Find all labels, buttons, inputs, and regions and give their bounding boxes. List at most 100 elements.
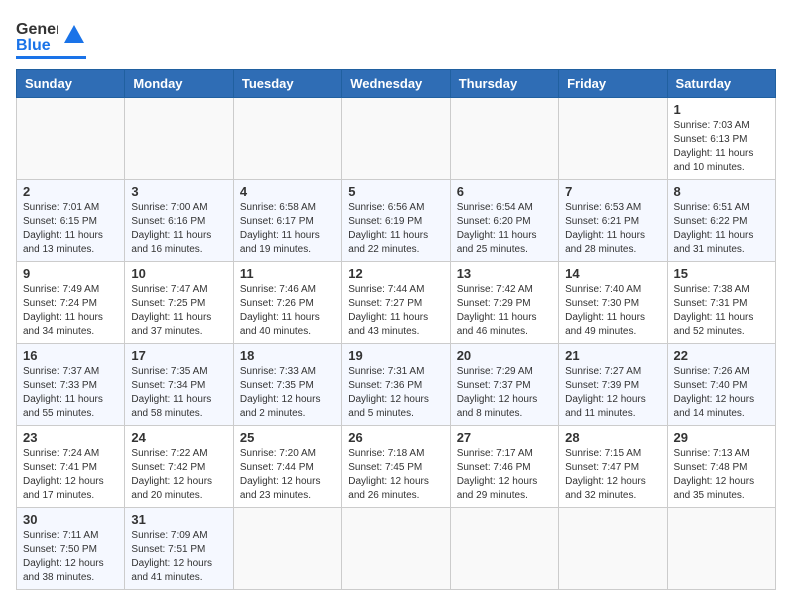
day-info: Sunrise: 7:01 AM Sunset: 6:15 PM Dayligh… (23, 201, 118, 257)
day-number: 17 (131, 348, 226, 363)
day-info: Sunrise: 7:09 AM Sunset: 7:51 PM Dayligh… (131, 529, 226, 585)
calendar-cell: 29 Sunrise: 7:13 AM Sunset: 7:48 PM Dayli… (667, 426, 775, 508)
calendar-cell (450, 508, 558, 590)
calendar-cell: 3 Sunrise: 7:00 AM Sunset: 6:16 PM Daylig… (125, 180, 233, 262)
day-info: Sunrise: 7:24 AM Sunset: 7:41 PM Dayligh… (23, 447, 118, 503)
day-info: Sunrise: 6:58 AM Sunset: 6:17 PM Dayligh… (240, 201, 335, 257)
day-number: 22 (674, 348, 769, 363)
day-info: Sunrise: 7:20 AM Sunset: 7:44 PM Dayligh… (240, 447, 335, 503)
day-number: 4 (240, 184, 335, 199)
day-number: 26 (348, 430, 443, 445)
day-number: 10 (131, 266, 226, 281)
logo-icon: General Blue (16, 16, 58, 54)
calendar-cell (450, 98, 558, 180)
day-info: Sunrise: 7:00 AM Sunset: 6:16 PM Dayligh… (131, 201, 226, 257)
calendar-week-1: 2 Sunrise: 7:01 AM Sunset: 6:15 PM Daylig… (17, 180, 776, 262)
day-info: Sunrise: 7:47 AM Sunset: 7:25 PM Dayligh… (131, 283, 226, 339)
calendar-week-2: 9Sunrise: 7:49 AM Sunset: 7:24 PM Daylig… (17, 262, 776, 344)
day-number: 13 (457, 266, 552, 281)
day-info: Sunrise: 7:17 AM Sunset: 7:46 PM Dayligh… (457, 447, 552, 503)
calendar-cell (559, 508, 667, 590)
day-number: 27 (457, 430, 552, 445)
day-info: Sunrise: 7:26 AM Sunset: 7:40 PM Dayligh… (674, 365, 769, 421)
calendar-cell: 28 Sunrise: 7:15 AM Sunset: 7:47 PM Dayli… (559, 426, 667, 508)
calendar-cell: 9Sunrise: 7:49 AM Sunset: 7:24 PM Daylig… (17, 262, 125, 344)
day-info: Sunrise: 7:29 AM Sunset: 7:37 PM Dayligh… (457, 365, 552, 421)
day-info: Sunrise: 7:15 AM Sunset: 7:47 PM Dayligh… (565, 447, 660, 503)
day-number: 2 (23, 184, 118, 199)
header-saturday: Saturday (667, 70, 775, 98)
calendar-cell: 27 Sunrise: 7:17 AM Sunset: 7:46 PM Dayli… (450, 426, 558, 508)
calendar-cell: 5 Sunrise: 6:56 AM Sunset: 6:19 PM Daylig… (342, 180, 450, 262)
page-header: General Blue (16, 16, 776, 59)
day-number: 3 (131, 184, 226, 199)
day-info: Sunrise: 6:51 AM Sunset: 6:22 PM Dayligh… (674, 201, 769, 257)
header-thursday: Thursday (450, 70, 558, 98)
calendar-cell: 10 Sunrise: 7:47 AM Sunset: 7:25 PM Dayli… (125, 262, 233, 344)
logo-underline (16, 56, 86, 59)
calendar-cell (342, 98, 450, 180)
calendar-week-5: 30Sunrise: 7:11 AM Sunset: 7:50 PM Dayli… (17, 508, 776, 590)
calendar-cell (233, 508, 341, 590)
day-number: 24 (131, 430, 226, 445)
day-info: Sunrise: 7:22 AM Sunset: 7:42 PM Dayligh… (131, 447, 226, 503)
calendar-week-4: 23 Sunrise: 7:24 AM Sunset: 7:41 PM Dayli… (17, 426, 776, 508)
day-number: 20 (457, 348, 552, 363)
day-number: 11 (240, 266, 335, 281)
day-number: 5 (348, 184, 443, 199)
header-tuesday: Tuesday (233, 70, 341, 98)
day-number: 18 (240, 348, 335, 363)
day-number: 21 (565, 348, 660, 363)
calendar-cell: 11 Sunrise: 7:46 AM Sunset: 7:26 PM Dayli… (233, 262, 341, 344)
day-number: 15 (674, 266, 769, 281)
calendar-cell: 15 Sunrise: 7:38 AM Sunset: 7:31 PM Dayli… (667, 262, 775, 344)
day-number: 30 (23, 512, 118, 527)
header-friday: Friday (559, 70, 667, 98)
calendar-cell (17, 98, 125, 180)
day-info: Sunrise: 7:42 AM Sunset: 7:29 PM Dayligh… (457, 283, 552, 339)
calendar-week-3: 16Sunrise: 7:37 AM Sunset: 7:33 PM Dayli… (17, 344, 776, 426)
day-info: Sunrise: 7:49 AM Sunset: 7:24 PM Dayligh… (23, 283, 118, 339)
calendar-cell: 26 Sunrise: 7:18 AM Sunset: 7:45 PM Dayli… (342, 426, 450, 508)
day-number: 28 (565, 430, 660, 445)
day-info: Sunrise: 7:35 AM Sunset: 7:34 PM Dayligh… (131, 365, 226, 421)
day-info: Sunrise: 7:44 AM Sunset: 7:27 PM Dayligh… (348, 283, 443, 339)
day-info: Sunrise: 7:13 AM Sunset: 7:48 PM Dayligh… (674, 447, 769, 503)
calendar-cell (342, 508, 450, 590)
calendar-cell: 7Sunrise: 6:53 AM Sunset: 6:21 PM Daylig… (559, 180, 667, 262)
calendar-cell: 1 Sunrise: 7:03 AM Sunset: 6:13 PM Daylig… (667, 98, 775, 180)
day-info: Sunrise: 7:33 AM Sunset: 7:35 PM Dayligh… (240, 365, 335, 421)
day-info: Sunrise: 7:03 AM Sunset: 6:13 PM Dayligh… (674, 119, 769, 175)
header-sunday: Sunday (17, 70, 125, 98)
calendar-cell (667, 508, 775, 590)
calendar-cell: 22 Sunrise: 7:26 AM Sunset: 7:40 PM Dayli… (667, 344, 775, 426)
day-number: 25 (240, 430, 335, 445)
day-info: Sunrise: 6:54 AM Sunset: 6:20 PM Dayligh… (457, 201, 552, 257)
calendar-cell: 25 Sunrise: 7:20 AM Sunset: 7:44 PM Dayli… (233, 426, 341, 508)
calendar-cell: 2 Sunrise: 7:01 AM Sunset: 6:15 PM Daylig… (17, 180, 125, 262)
day-info: Sunrise: 7:40 AM Sunset: 7:30 PM Dayligh… (565, 283, 660, 339)
calendar-cell: 31Sunrise: 7:09 AM Sunset: 7:51 PM Dayli… (125, 508, 233, 590)
calendar-cell (125, 98, 233, 180)
calendar-cell (559, 98, 667, 180)
logo: General Blue (16, 16, 86, 59)
svg-text:Blue: Blue (16, 37, 51, 54)
calendar-table: SundayMondayTuesdayWednesdayThursdayFrid… (16, 69, 776, 590)
calendar-cell: 20 Sunrise: 7:29 AM Sunset: 7:37 PM Dayli… (450, 344, 558, 426)
day-info: Sunrise: 7:27 AM Sunset: 7:39 PM Dayligh… (565, 365, 660, 421)
day-number: 14 (565, 266, 660, 281)
day-number: 8 (674, 184, 769, 199)
day-info: Sunrise: 7:31 AM Sunset: 7:36 PM Dayligh… (348, 365, 443, 421)
calendar-cell: 13 Sunrise: 7:42 AM Sunset: 7:29 PM Dayli… (450, 262, 558, 344)
day-info: Sunrise: 7:38 AM Sunset: 7:31 PM Dayligh… (674, 283, 769, 339)
day-number: 16 (23, 348, 118, 363)
day-info: Sunrise: 7:46 AM Sunset: 7:26 PM Dayligh… (240, 283, 335, 339)
day-number: 6 (457, 184, 552, 199)
day-info: Sunrise: 6:56 AM Sunset: 6:19 PM Dayligh… (348, 201, 443, 257)
calendar-week-0: 1 Sunrise: 7:03 AM Sunset: 6:13 PM Daylig… (17, 98, 776, 180)
header-wednesday: Wednesday (342, 70, 450, 98)
day-number: 23 (23, 430, 118, 445)
day-number: 1 (674, 102, 769, 117)
day-number: 29 (674, 430, 769, 445)
day-info: Sunrise: 7:18 AM Sunset: 7:45 PM Dayligh… (348, 447, 443, 503)
